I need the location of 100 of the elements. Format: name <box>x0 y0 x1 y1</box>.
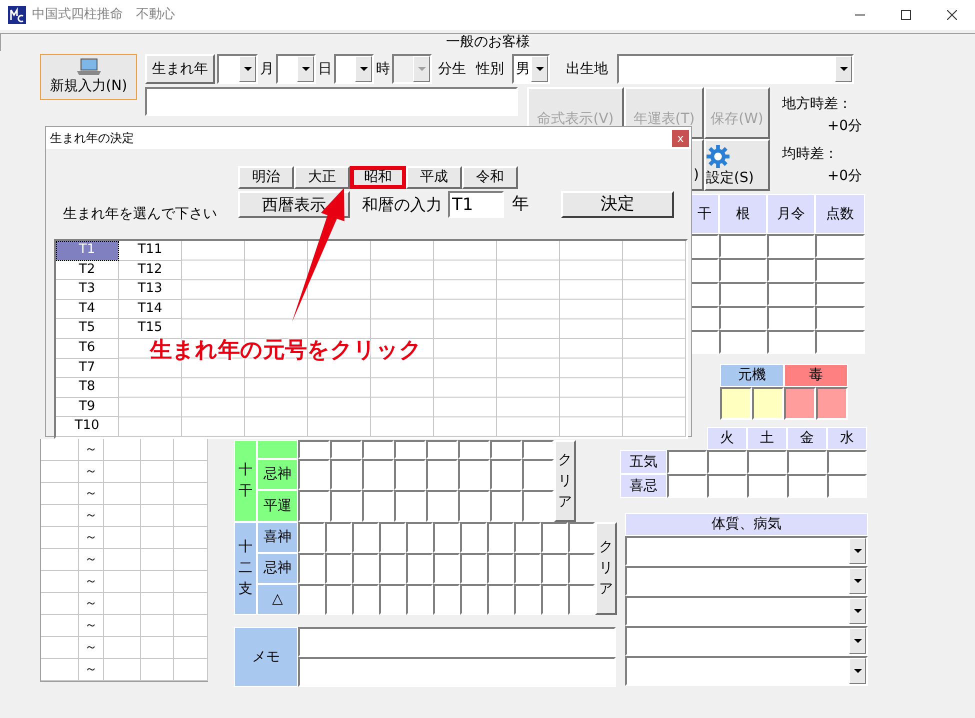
grid-cell[interactable] <box>767 258 815 282</box>
new-entry-button[interactable]: 新規入力(N) <box>40 54 137 100</box>
year-cell[interactable]: T13 <box>119 280 182 300</box>
year-cell[interactable]: T7 <box>56 358 119 378</box>
grid-cell[interactable] <box>433 553 460 584</box>
dropdown-field[interactable] <box>276 54 316 84</box>
era-year-field[interactable]: T1 <box>448 191 504 218</box>
grid-cell[interactable] <box>362 440 394 459</box>
grid-cell[interactable] <box>458 490 490 522</box>
grid-cell[interactable] <box>330 490 362 522</box>
dialog-close-button[interactable]: x <box>672 130 689 146</box>
dropdown-field[interactable]: 男 <box>512 54 550 84</box>
grid-cell[interactable] <box>298 522 325 553</box>
era-button[interactable]: 大正 <box>294 166 350 189</box>
grid-cell[interactable] <box>815 282 865 306</box>
grid-cell[interactable] <box>568 522 595 553</box>
grid-cell[interactable] <box>752 387 784 420</box>
dropdown-field[interactable] <box>625 656 868 686</box>
grid-cell[interactable] <box>362 459 394 490</box>
grid-cell[interactable] <box>815 330 865 354</box>
year-cell[interactable]: T14 <box>119 300 182 320</box>
grid-cell[interactable] <box>298 440 330 459</box>
grid-cell[interactable] <box>426 459 458 490</box>
grid-cell[interactable] <box>379 522 406 553</box>
grid-cell[interactable] <box>406 584 433 615</box>
grid-cell[interactable] <box>784 387 816 420</box>
grid-cell[interactable] <box>514 553 541 584</box>
grid-cell[interactable] <box>719 306 767 330</box>
grid-cell[interactable] <box>707 450 747 474</box>
grid-cell[interactable] <box>719 330 767 354</box>
year-cell[interactable]: T8 <box>56 378 119 398</box>
grid-cell[interactable] <box>487 553 514 584</box>
grid-cell[interactable] <box>426 490 458 522</box>
grid-cell[interactable] <box>767 330 815 354</box>
grid-cell[interactable] <box>568 584 595 615</box>
year-cell[interactable]: T4 <box>56 300 119 320</box>
grid-cell[interactable] <box>325 584 352 615</box>
settings-button[interactable]: 設定(S) <box>704 139 770 191</box>
grid-cell[interactable] <box>522 459 554 490</box>
grid-cell[interactable] <box>827 474 867 498</box>
grid-cell[interactable] <box>690 282 719 306</box>
grid-cell[interactable] <box>690 330 719 354</box>
grid-cell[interactable] <box>667 474 707 498</box>
grid-cell[interactable] <box>330 440 362 459</box>
birth-year-button[interactable]: 生まれ年 <box>145 54 215 84</box>
year-cell[interactable]: T1 <box>56 241 119 261</box>
grid-cell[interactable] <box>690 306 719 330</box>
grid-cell[interactable] <box>690 258 719 282</box>
grid-cell[interactable] <box>568 553 595 584</box>
dropdown-field[interactable] <box>625 626 868 656</box>
grid-cell[interactable] <box>522 490 554 522</box>
grid-cell[interactable] <box>352 584 379 615</box>
grid-cell[interactable] <box>325 553 352 584</box>
grid-cell[interactable] <box>827 450 867 474</box>
year-cell[interactable]: T10 <box>56 417 119 437</box>
era-button[interactable]: 明治 <box>238 166 294 189</box>
grid-cell[interactable] <box>458 440 490 459</box>
clear-button[interactable]: クリア <box>595 522 617 615</box>
grid-cell[interactable] <box>379 553 406 584</box>
grid-cell[interactable] <box>394 490 426 522</box>
year-cell[interactable]: T11 <box>119 241 182 261</box>
memo-field[interactable] <box>298 657 616 687</box>
era-button[interactable]: 令和 <box>462 166 518 189</box>
grid-cell[interactable] <box>767 282 815 306</box>
grid-cell[interactable] <box>433 522 460 553</box>
year-cell[interactable]: T6 <box>56 338 119 359</box>
grid-cell[interactable] <box>362 490 394 522</box>
grid-cell[interactable] <box>352 522 379 553</box>
memo-field[interactable] <box>298 627 616 657</box>
grid-cell[interactable] <box>719 258 767 282</box>
grid-cell[interactable] <box>747 450 787 474</box>
grid-cell[interactable] <box>667 450 707 474</box>
grid-cell[interactable] <box>787 450 827 474</box>
grid-cell[interactable] <box>487 584 514 615</box>
grid-cell[interactable] <box>747 474 787 498</box>
grid-cell[interactable] <box>690 234 719 258</box>
year-cell[interactable]: T9 <box>56 398 119 418</box>
clear-button[interactable]: クリア <box>554 440 576 522</box>
grid-cell[interactable] <box>815 258 865 282</box>
grid-cell[interactable] <box>298 459 330 490</box>
grid-cell[interactable] <box>514 584 541 615</box>
grid-cell[interactable] <box>719 282 767 306</box>
grid-cell[interactable] <box>541 522 568 553</box>
grid-cell[interactable] <box>490 440 522 459</box>
ok-button[interactable]: 決定 <box>561 191 674 218</box>
grid-cell[interactable] <box>720 387 752 420</box>
grid-cell[interactable] <box>433 584 460 615</box>
dropdown-field[interactable] <box>334 54 374 84</box>
grid-cell[interactable] <box>522 440 554 459</box>
grid-cell[interactable] <box>298 553 325 584</box>
era-button[interactable]: 平成 <box>406 166 462 189</box>
grid-cell[interactable] <box>490 490 522 522</box>
grid-cell[interactable] <box>406 553 433 584</box>
grid-cell[interactable] <box>514 522 541 553</box>
grid-cell[interactable] <box>767 306 815 330</box>
grid-cell[interactable] <box>490 459 522 490</box>
grid-cell[interactable] <box>487 522 514 553</box>
dropdown-field[interactable] <box>625 596 868 626</box>
grid-cell[interactable] <box>460 584 487 615</box>
grid-cell[interactable] <box>719 234 767 258</box>
